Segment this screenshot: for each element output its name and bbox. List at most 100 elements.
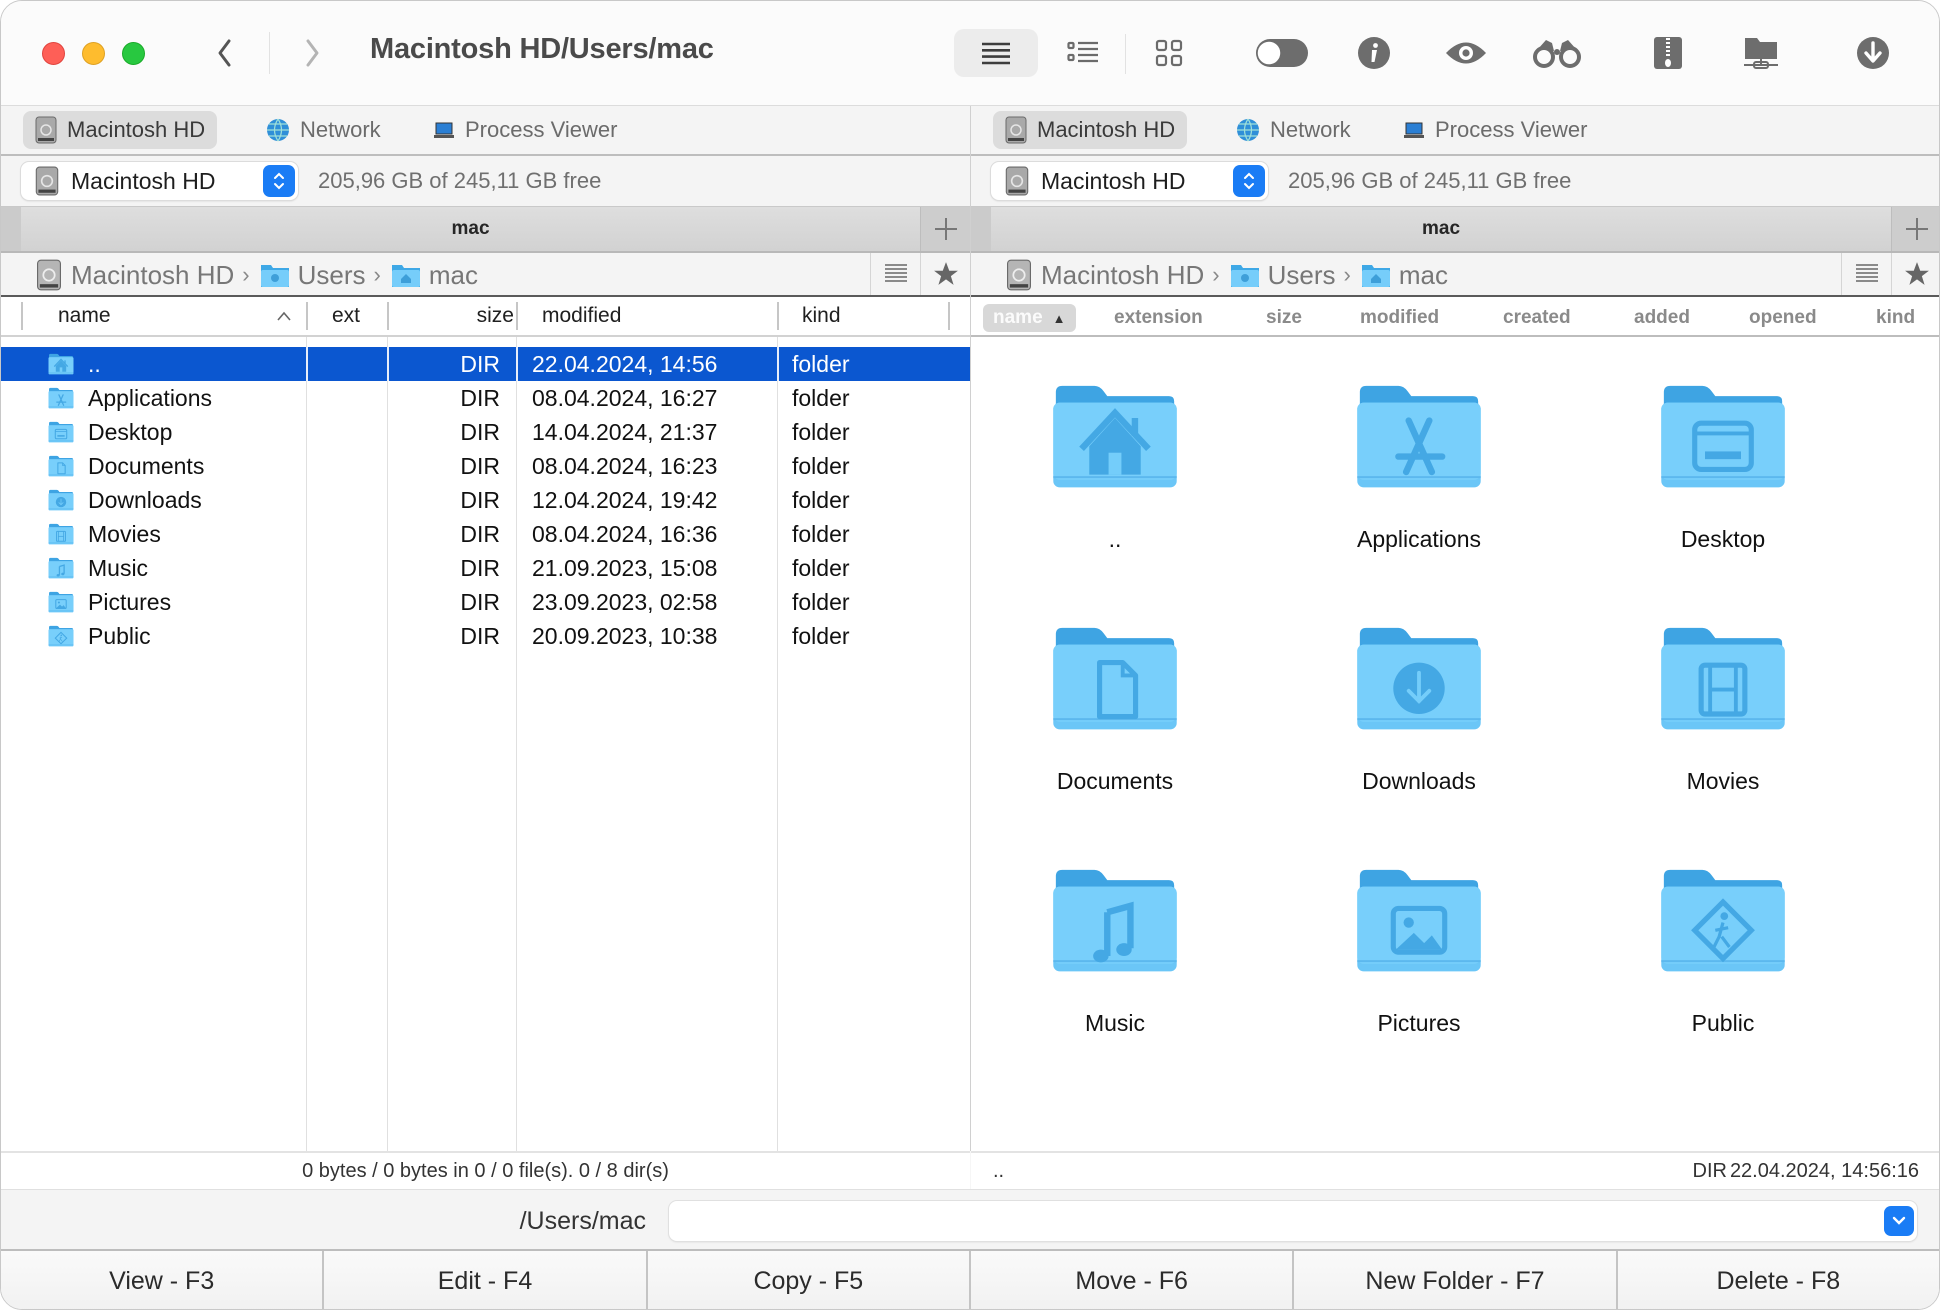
full-view-button[interactable] <box>1061 29 1105 77</box>
command-input[interactable] <box>669 1201 1917 1241</box>
hidden-files-toggle[interactable] <box>1254 29 1310 77</box>
zoom-window-button[interactable] <box>122 42 145 65</box>
column-size[interactable]: size <box>477 297 514 335</box>
sort-ascending-icon[interactable] <box>276 311 292 321</box>
file-row[interactable]: Desktop DIR 14.04.2024, 21:37 folder <box>1 415 970 449</box>
column-name-label: name <box>58 304 111 327</box>
folder-history-button[interactable] <box>1841 253 1891 295</box>
plus-icon <box>1905 218 1928 240</box>
folder-item[interactable]: Public <box>1613 866 1833 1037</box>
file-kind: folder <box>792 350 850 377</box>
sort-by-modified[interactable]: modified <box>1360 304 1439 332</box>
sort-by-name[interactable]: name ▲ <box>983 304 1076 332</box>
plus-icon <box>934 218 957 240</box>
copy-f5-button[interactable]: Copy - F5 <box>647 1251 971 1309</box>
file-row[interactable]: Downloads DIR 12.04.2024, 19:42 folder <box>1 483 970 517</box>
breadcrumb-macintosh-hd[interactable]: Macintosh HD <box>1041 260 1204 291</box>
column-header: name ext size modified kind <box>1 297 970 337</box>
hard-drive-icon <box>35 116 57 144</box>
folder-label: Documents <box>1056 768 1174 794</box>
drive-tab-network[interactable]: Network <box>1224 111 1363 149</box>
file-name: Applications <box>88 384 213 411</box>
new-tab-button[interactable] <box>920 207 970 251</box>
back-button[interactable] <box>205 33 245 73</box>
new-folder-f7-button[interactable]: New Folder - F7 <box>1294 1251 1618 1309</box>
list-lines-icon <box>1855 264 1878 282</box>
file-row[interactable]: Music DIR 21.09.2023, 15:08 folder <box>1 551 970 585</box>
column-ext[interactable]: ext <box>332 297 360 335</box>
sort-by-added[interactable]: added <box>1634 304 1690 332</box>
file-kind: folder <box>792 554 850 581</box>
breadcrumb-users[interactable]: Users <box>1268 260 1336 291</box>
breadcrumb-users[interactable]: Users <box>298 260 366 291</box>
info-button[interactable] <box>1356 29 1392 77</box>
globe-icon <box>266 118 290 142</box>
close-window-button[interactable] <box>42 42 65 65</box>
network-folder-button[interactable] <box>1741 29 1781 77</box>
folder-item[interactable]: Desktop <box>1613 382 1833 553</box>
file-row[interactable]: .. DIR 22.04.2024, 14:56 folder <box>1 347 970 381</box>
favorites-button[interactable] <box>1891 253 1939 295</box>
stepper-chevrons-icon[interactable] <box>1233 165 1265 197</box>
download-button[interactable] <box>1855 29 1891 77</box>
sort-by-opened[interactable]: opened <box>1749 304 1817 332</box>
folder-icon <box>1354 624 1484 732</box>
folder-item[interactable]: .. <box>1005 382 1225 553</box>
delete-f8-button[interactable]: Delete - F8 <box>1617 1251 1939 1309</box>
drive-tab-process-viewer[interactable]: Process Viewer <box>421 111 629 149</box>
move-f6-button[interactable]: Move - F6 <box>970 1251 1295 1309</box>
brief-view-button[interactable] <box>954 29 1038 77</box>
favorites-button[interactable] <box>920 253 970 295</box>
edit-f4-button[interactable]: Edit - F4 <box>324 1251 648 1309</box>
drive-tab-network[interactable]: Network <box>254 111 393 149</box>
column-modified[interactable]: modified <box>542 297 621 335</box>
free-space-label: 205,96 GB of 245,11 GB free <box>1288 168 1572 193</box>
folder-tab-mac[interactable]: mac <box>21 218 920 240</box>
file-row[interactable]: Movies DIR 08.04.2024, 16:36 folder <box>1 517 970 551</box>
sort-by-kind[interactable]: kind <box>1876 304 1915 332</box>
folder-icon <box>48 387 74 415</box>
folder-item[interactable]: Music <box>1005 866 1225 1037</box>
forward-button[interactable] <box>292 33 332 73</box>
drive-tab-macintosh-hd[interactable]: Macintosh HD <box>23 111 218 149</box>
drive-select[interactable]: Macintosh HD <box>991 162 1268 200</box>
home-folder-icon <box>391 262 421 288</box>
star-icon <box>1904 262 1929 285</box>
file-name: Pictures <box>88 588 172 615</box>
drive-tab-label: Network <box>1270 117 1351 142</box>
folder-history-button[interactable] <box>870 253 920 295</box>
users-folder-icon <box>260 262 290 288</box>
view-f3-button[interactable]: View - F3 <box>1 1251 325 1309</box>
folder-item[interactable]: Documents <box>1005 624 1225 795</box>
file-row[interactable]: Documents DIR 08.04.2024, 16:23 folder <box>1 449 970 483</box>
quick-view-button[interactable] <box>1444 29 1488 77</box>
folder-item[interactable]: Applications <box>1309 382 1529 553</box>
folder-tab-mac[interactable]: mac <box>991 218 1891 240</box>
search-button[interactable] <box>1531 29 1583 77</box>
new-tab-button[interactable] <box>1891 207 1939 251</box>
column-kind[interactable]: kind <box>802 297 841 335</box>
breadcrumb-mac[interactable]: mac <box>429 260 478 291</box>
folder-icon <box>1050 866 1180 974</box>
file-modified: 08.04.2024, 16:23 <box>532 452 718 479</box>
folder-item[interactable]: Pictures <box>1309 866 1529 1037</box>
archive-button[interactable] <box>1651 29 1685 77</box>
file-row[interactable]: Public DIR 20.09.2023, 10:38 folder <box>1 619 970 653</box>
drive-tab-macintosh-hd[interactable]: Macintosh HD <box>993 111 1188 149</box>
breadcrumb-mac[interactable]: mac <box>1399 260 1448 291</box>
drive-select[interactable]: Macintosh HD <box>21 162 298 200</box>
folder-item[interactable]: Downloads <box>1309 624 1529 795</box>
sort-by-size[interactable]: size <box>1266 304 1302 332</box>
breadcrumb-macintosh-hd[interactable]: Macintosh HD <box>71 260 234 291</box>
sort-by-extension[interactable]: extension <box>1114 304 1203 332</box>
minimize-window-button[interactable] <box>82 42 105 65</box>
folder-item[interactable]: Movies <box>1613 624 1833 795</box>
column-name[interactable]: name <box>58 297 111 335</box>
file-row[interactable]: Pictures DIR 23.09.2023, 02:58 folder <box>1 585 970 619</box>
file-row[interactable]: Applications DIR 08.04.2024, 16:27 folder <box>1 381 970 415</box>
stepper-chevrons-icon[interactable] <box>263 165 295 197</box>
command-history-dropdown[interactable] <box>1884 1206 1914 1236</box>
drive-tab-process-viewer[interactable]: Process Viewer <box>1391 111 1599 149</box>
thumbnail-view-button[interactable] <box>1151 29 1187 77</box>
sort-by-created[interactable]: created <box>1503 304 1571 332</box>
